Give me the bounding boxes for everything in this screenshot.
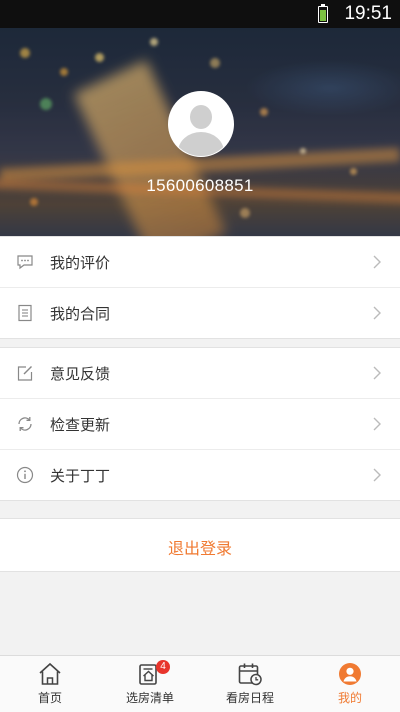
status-time: 19:51 [344,3,392,24]
menu-item-label: 我的合同 [50,305,111,323]
tab-label: 看房日程 [225,691,274,705]
menu-group-app: 意见反馈 检查更新 关于丁丁 [0,347,400,501]
home-icon [39,662,61,685]
user-icon [339,663,361,685]
edit-icon [17,366,33,381]
tab-house-list[interactable]: 4 选房清单 [100,656,200,712]
menu-item-about[interactable]: 关于丁丁 [0,450,400,500]
comment-icon [17,255,33,270]
chevron-right-icon [373,306,381,320]
logout-label: 退出登录 [167,539,232,558]
menu-group-records: 我的评价 我的合同 [0,236,400,339]
bottom-tab-bar: 首页 4 选房清单 看房日程 我的 [0,655,400,712]
logout-button[interactable]: 退出登录 [0,518,400,572]
menu-item-my-reviews[interactable]: 我的评价 [0,237,400,288]
calendar-clock-icon [238,663,262,686]
battery-icon [318,4,328,23]
menu-item-label: 关于丁丁 [50,467,111,485]
tab-label: 我的 [337,691,362,705]
house-list-badge: 4 [156,660,170,674]
document-icon [18,304,32,322]
tab-label: 首页 [37,691,62,705]
menu-item-label: 我的评价 [50,254,111,272]
chevron-right-icon [373,468,381,482]
menu-item-check-update[interactable]: 检查更新 [0,399,400,450]
tab-viewing-schedule[interactable]: 看房日程 [200,656,300,712]
phone-number: 15600608851 [146,176,254,195]
chevron-right-icon [373,366,381,380]
refresh-icon [18,417,32,431]
chevron-right-icon [373,255,381,269]
menu-item-label: 意见反馈 [50,365,111,383]
chevron-right-icon [373,417,381,431]
menu-item-my-contracts[interactable]: 我的合同 [0,288,400,338]
status-bar: 19:51 [0,0,400,28]
tab-mine[interactable]: 我的 [300,656,400,712]
menu-item-feedback[interactable]: 意见反馈 [0,348,400,399]
avatar[interactable] [168,91,234,157]
tab-label: 选房清单 [125,691,174,705]
menu-item-label: 检查更新 [50,416,111,434]
tab-home[interactable]: 首页 [0,656,100,712]
info-icon [16,466,34,484]
